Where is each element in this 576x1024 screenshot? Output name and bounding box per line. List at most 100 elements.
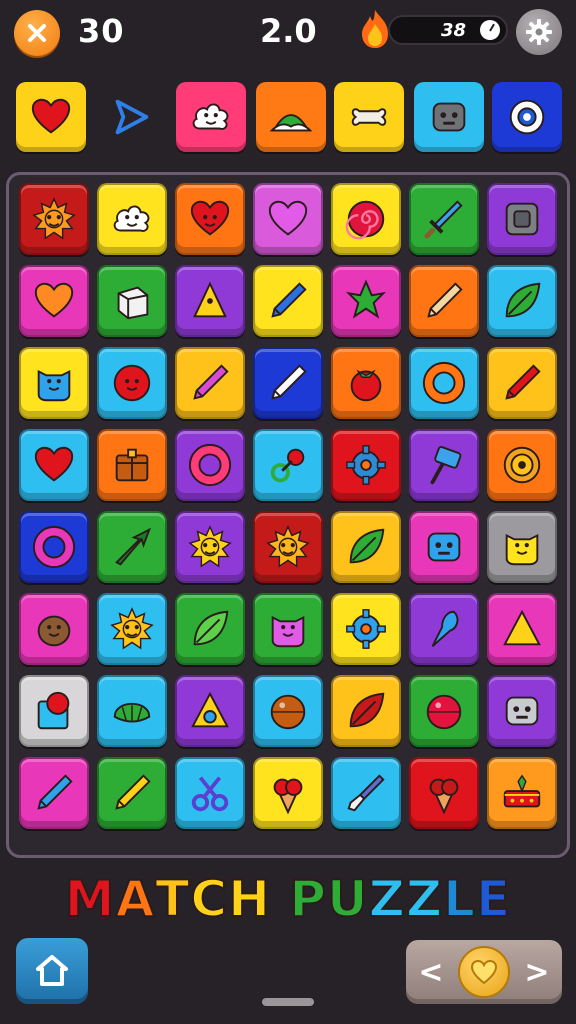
tile-balloon-card[interactable] [19, 675, 89, 747]
tile-pencil[interactable] [175, 347, 245, 419]
tile-cat-face[interactable] [253, 593, 323, 665]
tile-ring[interactable] [175, 429, 245, 501]
tile-heart[interactable] [253, 183, 323, 255]
leaf-icon [193, 610, 229, 646]
tile-triangle-eye[interactable] [175, 675, 245, 747]
tile-leaf[interactable] [175, 593, 245, 665]
previous-button[interactable]: < [414, 954, 448, 990]
tile-block[interactable] [487, 183, 557, 255]
triangle-icon [503, 609, 541, 646]
bone-icon [351, 108, 387, 126]
sun-face-icon [188, 525, 232, 568]
tile-shell[interactable] [97, 675, 167, 747]
title-letter: Z [368, 869, 406, 929]
cake-icon [503, 774, 541, 808]
hammer-icon [430, 446, 462, 485]
chest-icon [115, 448, 149, 482]
tile-sun-face[interactable] [253, 511, 323, 583]
clock-icon [480, 20, 500, 40]
tile-pencil[interactable] [253, 265, 323, 337]
tile-cube[interactable] [97, 265, 167, 337]
tile-scissors[interactable] [175, 757, 245, 829]
heart-icon [34, 282, 74, 318]
target-row [16, 82, 564, 154]
flame-icon [362, 10, 388, 48]
tile-ice-cream[interactable] [409, 757, 479, 829]
arrow-play-icon [115, 99, 149, 135]
swirl-icon [345, 200, 385, 240]
heart-icon [470, 959, 498, 985]
tile-coin[interactable] [487, 429, 557, 501]
tile-ring[interactable] [409, 347, 479, 419]
tile-cake[interactable] [487, 757, 557, 829]
tile-pencil[interactable] [487, 347, 557, 419]
tile-heart-face[interactable] [175, 183, 245, 255]
tile-pencil[interactable] [253, 347, 323, 419]
cat-face-icon [505, 533, 539, 566]
tile-sun-face[interactable] [19, 183, 89, 255]
sun-face-icon [110, 607, 154, 650]
tile-gear[interactable] [331, 593, 401, 665]
heart-icon [31, 98, 71, 134]
pencil-icon [271, 282, 307, 318]
tile-cone[interactable] [175, 265, 245, 337]
tile-leaf[interactable] [331, 511, 401, 583]
robot-icon [432, 102, 466, 132]
block-icon [505, 202, 539, 236]
title-letter: P [288, 869, 328, 929]
game-title: MATCH PUZZLE [0, 869, 576, 929]
tile-ice-cream[interactable] [253, 757, 323, 829]
pencil-icon [37, 774, 73, 810]
tile-ball[interactable] [253, 675, 323, 747]
tile-leaf[interactable] [487, 265, 557, 337]
tile-pencil[interactable] [19, 757, 89, 829]
home-button[interactable] [16, 938, 88, 1004]
tile-cloud-face[interactable] [97, 183, 167, 255]
tile-sun-face[interactable] [97, 593, 167, 665]
tile-robot[interactable] [409, 511, 479, 583]
tile-triangle[interactable] [487, 593, 557, 665]
target-bone [334, 82, 404, 152]
tile-potato-face[interactable] [19, 593, 89, 665]
tile-chest[interactable] [97, 429, 167, 501]
title-letter: L [442, 869, 477, 929]
heart-button[interactable] [458, 946, 510, 998]
cube-icon [117, 286, 149, 320]
tile-pencil[interactable] [97, 757, 167, 829]
cloud-face-icon [113, 205, 150, 232]
tile-sun-face[interactable] [175, 511, 245, 583]
tile-tomato[interactable] [331, 347, 401, 419]
tile-leaf[interactable] [331, 675, 401, 747]
tile-arrow[interactable] [97, 511, 167, 583]
tile-hammer[interactable] [409, 429, 479, 501]
tile-leaf-star[interactable] [331, 265, 401, 337]
close-button[interactable] [14, 10, 60, 56]
eye-ring-icon [509, 99, 545, 135]
tile-cat-face[interactable] [487, 511, 557, 583]
target-cloud-face [176, 82, 246, 152]
tile-cat-face[interactable] [19, 347, 89, 419]
title-letter: Z [405, 869, 444, 929]
next-button[interactable]: > [520, 954, 554, 990]
tile-sword[interactable] [409, 183, 479, 255]
tile-gear[interactable] [331, 429, 401, 501]
tile-ball[interactable] [409, 675, 479, 747]
settings-button[interactable] [516, 9, 562, 55]
pencil-icon [271, 364, 307, 400]
home-icon [36, 955, 68, 986]
tile-robot[interactable] [487, 675, 557, 747]
title-letter: C [189, 869, 229, 929]
tile-ball-face[interactable] [97, 347, 167, 419]
tile-pencil[interactable] [409, 265, 479, 337]
tile-swirl[interactable] [331, 183, 401, 255]
tile-heart[interactable] [19, 429, 89, 501]
tile-heart[interactable] [19, 265, 89, 337]
heart-icon [34, 446, 74, 482]
title-letter: E [475, 869, 512, 929]
tile-drop[interactable] [409, 593, 479, 665]
drop-icon [431, 610, 459, 647]
tile-pin[interactable] [253, 429, 323, 501]
moves-counter: 30 [78, 12, 125, 50]
tile-ring[interactable] [19, 511, 89, 583]
tile-brush[interactable] [331, 757, 401, 829]
